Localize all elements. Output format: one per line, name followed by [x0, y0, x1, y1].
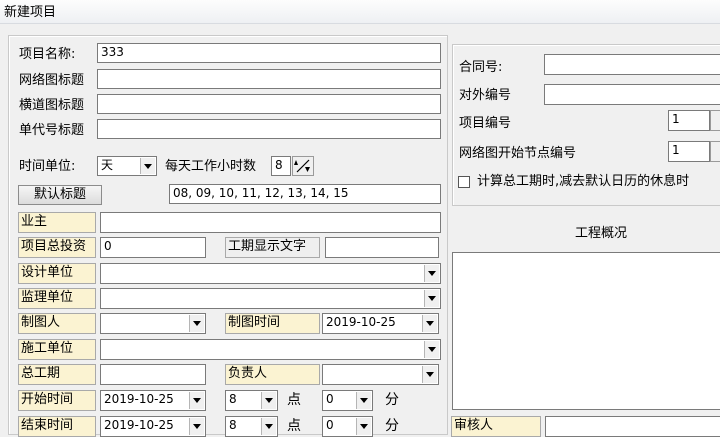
- end-hour-value: 8: [229, 418, 237, 432]
- chevron-down-icon[interactable]: [140, 158, 155, 174]
- chevron-down-icon[interactable]: [261, 418, 276, 435]
- daily-hours-spinner[interactable]: [292, 156, 314, 176]
- default-title-button[interactable]: 默认标题: [18, 185, 102, 205]
- start-minute-unit: 分: [385, 392, 399, 408]
- reviewer-label: 审核人: [451, 416, 541, 437]
- supervision-unit-label: 监理单位: [18, 288, 96, 309]
- contract-no-input[interactable]: [544, 54, 720, 75]
- chevron-down-icon[interactable]: [189, 418, 204, 435]
- chevron-down-icon[interactable]: [356, 418, 371, 435]
- chevron-down-icon[interactable]: [422, 366, 437, 383]
- time-unit-select[interactable]: 天: [97, 156, 157, 176]
- spin-arrows-icon: [294, 159, 310, 173]
- network-start-spinner[interactable]: [710, 141, 720, 162]
- responsible-select[interactable]: [322, 364, 439, 385]
- calc-duration-label: 计算总工期时,减去默认日历的休息时: [477, 174, 690, 189]
- end-minute-select[interactable]: 0: [322, 416, 373, 437]
- design-unit-label: 设计单位: [18, 263, 96, 284]
- chevron-down-icon[interactable]: [422, 315, 437, 332]
- project-no-input[interactable]: 1: [668, 110, 710, 131]
- responsible-label: 负责人: [225, 364, 320, 385]
- start-minute-value: 0: [326, 392, 334, 406]
- overview-label: 工程概况: [575, 226, 628, 241]
- time-unit-value: 天: [101, 158, 114, 172]
- start-hour-value: 8: [229, 392, 237, 406]
- chevron-down-icon[interactable]: [424, 265, 439, 282]
- construction-unit-label: 施工单位: [18, 339, 96, 360]
- start-time-label: 开始时间: [18, 390, 96, 411]
- project-name-input[interactable]: 333: [97, 43, 441, 63]
- project-no-label: 项目编号: [459, 116, 512, 131]
- end-minute-value: 0: [326, 418, 334, 432]
- calc-duration-checkbox[interactable]: [458, 176, 470, 188]
- network-start-label: 网络图开始节点编号: [459, 146, 577, 161]
- code-title-label: 单代号标题: [19, 123, 85, 138]
- draw-time-value: 2019-10-25: [326, 315, 396, 329]
- end-hour-select[interactable]: 8: [225, 416, 278, 437]
- start-minute-select[interactable]: 0: [322, 390, 373, 411]
- supervision-unit-select[interactable]: [100, 288, 441, 309]
- start-hour-unit: 点: [287, 392, 301, 408]
- chevron-down-icon[interactable]: [424, 341, 439, 358]
- bar-title-label: 横道图标题: [19, 98, 85, 113]
- end-date-value: 2019-10-25: [104, 418, 174, 432]
- owner-input[interactable]: [100, 212, 441, 233]
- start-hour-select[interactable]: 8: [225, 390, 278, 411]
- external-no-label: 对外编号: [459, 88, 512, 103]
- project-name-label: 项目名称:: [19, 47, 76, 62]
- default-title-input[interactable]: 08, 09, 10, 11, 12, 13, 14, 15: [169, 184, 441, 204]
- contract-no-label: 合同号:: [459, 60, 503, 75]
- drafter-select[interactable]: [100, 313, 206, 334]
- end-minute-unit: 分: [385, 418, 399, 434]
- construction-unit-select[interactable]: [100, 339, 441, 360]
- duration-text-label: 工期显示文字: [225, 237, 320, 258]
- total-duration-input[interactable]: [100, 364, 206, 385]
- total-investment-label: 项目总投资: [18, 237, 96, 258]
- window-title: 新建项目: [4, 5, 57, 20]
- draw-time-label: 制图时间: [225, 313, 320, 334]
- start-date-value: 2019-10-25: [104, 392, 174, 406]
- network-title-label: 网络图标题: [19, 73, 85, 88]
- end-hour-unit: 点: [287, 418, 301, 434]
- code-title-input[interactable]: [97, 119, 441, 139]
- chevron-down-icon[interactable]: [356, 392, 371, 409]
- total-duration-label: 总工期: [18, 364, 96, 385]
- start-date-select[interactable]: 2019-10-25: [100, 390, 206, 411]
- chevron-down-icon[interactable]: [189, 392, 204, 409]
- overview-textarea[interactable]: [452, 252, 720, 410]
- draw-time-select[interactable]: 2019-10-25: [322, 313, 439, 334]
- daily-hours-label: 每天工作小时数: [165, 159, 257, 174]
- drafter-label: 制图人: [18, 313, 96, 334]
- owner-label: 业主: [18, 212, 96, 233]
- project-no-spinner[interactable]: [710, 110, 720, 131]
- total-investment-input[interactable]: 0: [100, 237, 206, 258]
- network-start-input[interactable]: 1: [668, 141, 710, 162]
- chevron-down-icon[interactable]: [261, 392, 276, 409]
- network-title-input[interactable]: [97, 69, 441, 89]
- daily-hours-input[interactable]: 8: [271, 156, 291, 176]
- chevron-down-icon[interactable]: [189, 315, 204, 332]
- chevron-down-icon[interactable]: [424, 290, 439, 307]
- end-date-select[interactable]: 2019-10-25: [100, 416, 206, 437]
- title-bar: 新建项目: [0, 0, 720, 24]
- reviewer-input[interactable]: [545, 416, 720, 437]
- time-unit-label: 时间单位:: [19, 159, 76, 174]
- design-unit-select[interactable]: [100, 263, 441, 284]
- bar-title-input[interactable]: [97, 94, 441, 114]
- end-time-label: 结束时间: [18, 416, 96, 437]
- external-no-input[interactable]: [544, 84, 720, 105]
- duration-text-input[interactable]: [325, 237, 439, 258]
